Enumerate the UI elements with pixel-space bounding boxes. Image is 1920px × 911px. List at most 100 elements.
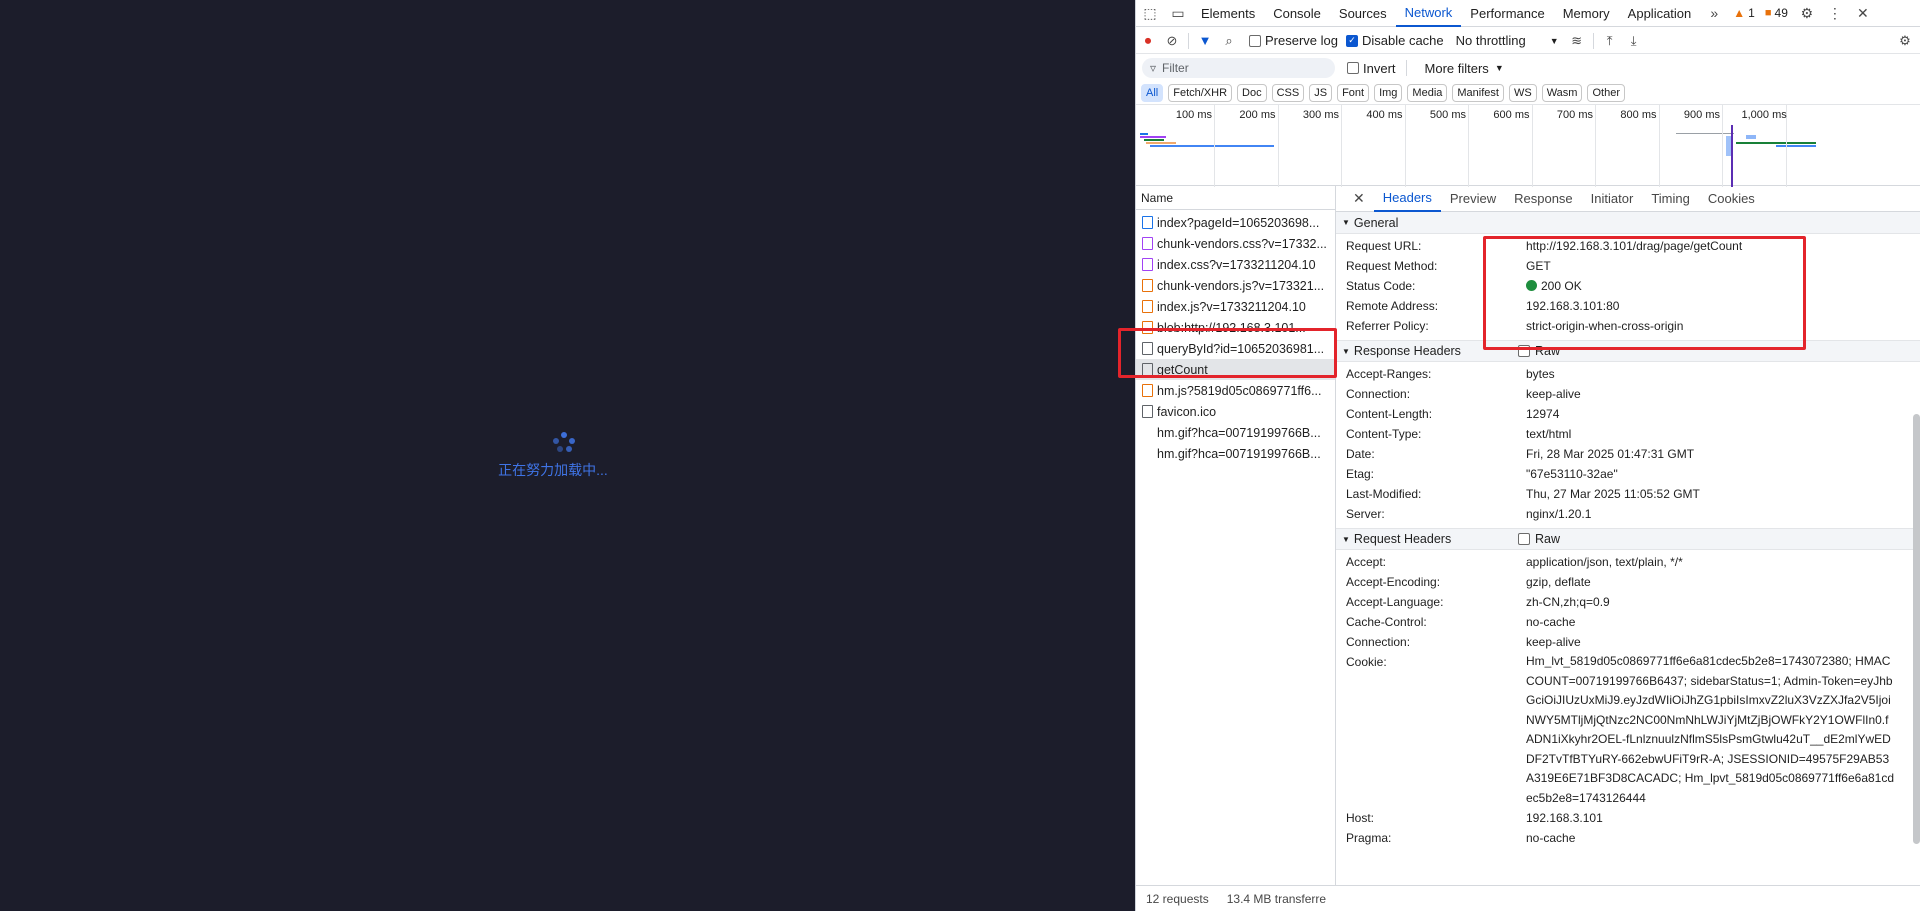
raw-checkbox[interactable]: Raw: [1518, 532, 1560, 546]
filter-icon[interactable]: ▼: [1193, 29, 1217, 53]
header-value: Thu, 27 Mar 2025 11:05:52 GMT: [1526, 487, 1700, 501]
tab-sources[interactable]: Sources: [1330, 0, 1396, 27]
request-row[interactable]: hm.js?5819d05c0869771ff6...: [1136, 380, 1335, 401]
header-value: text/html: [1526, 427, 1572, 441]
invert-checkbox[interactable]: Invert: [1347, 61, 1396, 76]
spinner-icon: [551, 432, 577, 454]
close-details-icon[interactable]: ✕: [1344, 186, 1374, 212]
details-tab-timing[interactable]: Timing: [1642, 186, 1699, 212]
import-har-icon[interactable]: ⤒: [1598, 29, 1622, 53]
type-filter-media[interactable]: Media: [1407, 84, 1448, 102]
timeline-tick-label: 300 ms: [1302, 109, 1339, 121]
type-filter-all[interactable]: All: [1141, 84, 1164, 102]
timeline-tick-label: 800 ms: [1620, 109, 1657, 121]
details-tab-cookies[interactable]: Cookies: [1699, 186, 1764, 212]
details-tab-headers[interactable]: Headers: [1373, 186, 1441, 212]
overview-bar: [1140, 136, 1166, 138]
type-filter-img[interactable]: Img: [1374, 84, 1403, 102]
type-filter-other[interactable]: Other: [1587, 84, 1625, 102]
search-icon[interactable]: ⌕: [1217, 29, 1241, 53]
filter-input[interactable]: ▿ Filter: [1142, 58, 1335, 78]
record-stop-icon[interactable]: ⏺: [1136, 29, 1160, 53]
kebab-menu-icon[interactable]: ⋮: [1821, 0, 1849, 27]
request-row[interactable]: hm.gif?hca=00719199766B...: [1136, 422, 1335, 443]
header-row: Content-Length: 12974: [1336, 404, 1920, 424]
type-filter-fetchxhr[interactable]: Fetch/XHR: [1168, 84, 1233, 102]
request-row[interactable]: index.js?v=1733211204.10: [1136, 296, 1335, 317]
type-filter-manifest[interactable]: Manifest: [1452, 84, 1504, 102]
header-row: Host: 192.168.3.101: [1336, 808, 1920, 828]
tab-performance[interactable]: Performance: [1461, 0, 1553, 27]
request-name: chunk-vendors.css?v=17332...: [1157, 236, 1327, 251]
timeline-gridline: [1277, 105, 1279, 187]
warning-icon: ▲: [1733, 6, 1746, 20]
header-value: keep-alive: [1526, 635, 1581, 649]
header-value: nginx/1.20.1: [1526, 507, 1592, 521]
tab-network[interactable]: Network: [1395, 0, 1462, 27]
header-row: Date: Fri, 28 Mar 2025 01:47:31 GMT: [1336, 444, 1920, 464]
header-name: Connection:: [1346, 387, 1411, 401]
resource-type-filters: All Fetch/XHR Doc CSS JS Font Img Media Manifest…: [1136, 82, 1920, 104]
close-devtools-icon[interactable]: ✕: [1849, 0, 1877, 27]
timeline-tick-label: 200 ms: [1239, 109, 1276, 121]
settings-gear-icon[interactable]: ⚙: [1793, 0, 1821, 27]
throttling-select[interactable]: No throttling ▼: [1456, 33, 1559, 48]
tab-application[interactable]: Application: [1619, 0, 1701, 27]
timeline-gridline: [1658, 105, 1660, 187]
details-tab-response[interactable]: Response: [1505, 186, 1582, 212]
request-row[interactable]: chunk-vendors.js?v=173321...: [1136, 275, 1335, 296]
request-row[interactable]: index?pageId=1065203698...: [1136, 212, 1335, 233]
network-settings-icon[interactable]: ⚙: [1893, 29, 1917, 53]
js-file-icon: [1142, 384, 1153, 397]
name-column-header[interactable]: Name: [1136, 186, 1335, 210]
header-value: gzip, deflate: [1526, 575, 1591, 589]
request-row[interactable]: favicon.ico: [1136, 401, 1335, 422]
none-file-icon: [1142, 426, 1153, 439]
tab-console[interactable]: Console: [1264, 0, 1330, 27]
device-toolbar-icon[interactable]: ▭: [1164, 0, 1192, 27]
header-name: Connection:: [1346, 635, 1411, 649]
request-headers-section[interactable]: ▼ Request Headers Raw: [1336, 528, 1920, 550]
message-counter[interactable]: ■ 49: [1760, 6, 1793, 20]
type-filter-font[interactable]: Font: [1337, 84, 1370, 102]
general-section-header[interactable]: ▼ General: [1336, 212, 1920, 234]
none-file-icon: [1142, 447, 1153, 460]
clear-icon[interactable]: ⊘: [1160, 29, 1184, 53]
tab-memory[interactable]: Memory: [1554, 0, 1619, 27]
preserve-log-checkbox[interactable]: Preserve log: [1249, 33, 1338, 48]
type-filter-wasm[interactable]: Wasm: [1541, 84, 1583, 102]
more-tabs-icon[interactable]: »: [1700, 0, 1728, 27]
type-filter-ws[interactable]: WS: [1508, 84, 1537, 102]
overview-marker: [1731, 125, 1733, 187]
tab-elements[interactable]: Elements: [1192, 0, 1264, 27]
details-scrollbar[interactable]: [1911, 402, 1920, 847]
request-name: chunk-vendors.js?v=173321...: [1157, 278, 1325, 293]
header-row: Connection: keep-alive: [1336, 384, 1920, 404]
timeline-tick-label: 100 ms: [1175, 109, 1212, 121]
more-filters-dropdown[interactable]: More filters ▼: [1425, 61, 1504, 76]
devtools-tabbar: ⬚ ▭ Elements Console Sources Network Perform…: [1136, 0, 1920, 27]
details-tab-initiator[interactable]: Initiator: [1582, 186, 1643, 212]
disable-cache-checkbox[interactable]: ✓ Disable cache: [1345, 33, 1444, 48]
type-filter-doc[interactable]: Doc: [1237, 84, 1267, 102]
header-value: 12974: [1526, 407, 1560, 421]
css-file-icon: [1142, 258, 1153, 271]
export-har-icon[interactable]: ⤓: [1622, 29, 1646, 53]
type-filter-js[interactable]: JS: [1309, 84, 1333, 102]
page-viewport: 正在努力加载中...: [0, 0, 1135, 911]
highlight-box-general: [1483, 236, 1806, 350]
request-row[interactable]: index.css?v=1733211204.10: [1136, 254, 1335, 275]
request-row[interactable]: hm.gif?hca=00719199766B...: [1136, 443, 1335, 464]
request-row[interactable]: chunk-vendors.css?v=17332...: [1136, 233, 1335, 254]
inspect-element-icon[interactable]: ⬚: [1136, 0, 1164, 27]
header-value: no-cache: [1526, 831, 1576, 845]
network-conditions-icon[interactable]: ≋: [1565, 29, 1589, 53]
details-tab-preview[interactable]: Preview: [1441, 186, 1505, 212]
header-value: bytes: [1526, 367, 1555, 381]
timeline-tick-label: 400 ms: [1366, 109, 1403, 121]
warning-counter[interactable]: ▲ 1: [1728, 6, 1760, 20]
loading-indicator: 正在努力加载中...: [498, 432, 614, 480]
network-overview-timeline[interactable]: 100 ms 200 ms 300 ms 400 ms 500 ms 600 ms 700 …: [1136, 104, 1920, 187]
header-row: Content-Type: text/html: [1336, 424, 1920, 444]
type-filter-css[interactable]: CSS: [1271, 84, 1305, 102]
